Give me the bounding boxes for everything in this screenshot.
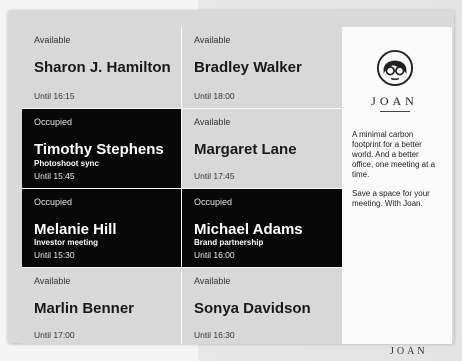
- brand-divider: [379, 111, 410, 112]
- availability-until: Until 15:30: [34, 250, 75, 260]
- room-status: Available: [34, 35, 71, 45]
- availability-until: Until 16:15: [34, 91, 75, 101]
- room-name: Timothy Stephens: [34, 141, 164, 158]
- room-name: Sonya Davidson: [194, 300, 311, 317]
- room-card[interactable]: Available Bradley Walker Until 18:00: [182, 27, 342, 108]
- room-card[interactable]: Available Marlin Benner Until 17:00: [22, 268, 181, 344]
- room-booking-screen: Available Sharon J. Hamilton Until 16:15…: [22, 27, 452, 344]
- tagline: A minimal carbon footprint for a better …: [352, 130, 436, 179]
- room-status: Available: [194, 117, 231, 127]
- woman-with-glasses-icon: [376, 49, 413, 87]
- room-name: Margaret Lane: [194, 141, 297, 158]
- meeting-title: Photoshoot sync: [34, 159, 99, 168]
- availability-until: Until 18:00: [194, 91, 235, 101]
- availability-until: Until 17:45: [194, 171, 235, 181]
- room-card[interactable]: Occupied Timothy Stephens Photoshoot syn…: [22, 109, 181, 188]
- room-status: Available: [194, 35, 231, 45]
- room-name: Bradley Walker: [194, 59, 302, 76]
- meeting-title: Investor meeting: [34, 238, 99, 247]
- availability-until: Until 16:00: [194, 250, 235, 260]
- room-name: Marlin Benner: [34, 300, 135, 317]
- room-card[interactable]: Occupied Michael Adams Brand partnership…: [182, 189, 342, 267]
- brand-logo-text: JOAN: [371, 94, 418, 108]
- room-card[interactable]: Available Margaret Lane Until 17:45: [182, 109, 342, 188]
- availability-until: Until 17:00: [34, 330, 75, 340]
- info-panel: JOAN A minimal carbon footprint for a be…: [343, 27, 446, 344]
- availability-until: Until 16:30: [194, 330, 235, 340]
- room-status: Available: [194, 276, 231, 286]
- call-to-action: Save a space for your meeting. With Joan…: [352, 189, 430, 208]
- room-status: Occupied: [34, 197, 73, 207]
- room-card[interactable]: Occupied Melanie Hill Investor meeting U…: [22, 189, 181, 267]
- room-status: Available: [34, 276, 71, 286]
- availability-until: Until 15:45: [34, 171, 75, 181]
- room-name: Michael Adams: [194, 221, 303, 238]
- room-card[interactable]: Available Sonya Davidson Until 16:30: [182, 268, 342, 344]
- room-name: Melanie Hill: [34, 221, 117, 238]
- device-brand-label: JOAN: [390, 346, 428, 357]
- room-name: Sharon J. Hamilton: [34, 59, 171, 76]
- room-status: Occupied: [194, 197, 233, 207]
- room-status: Occupied: [34, 117, 73, 127]
- room-card[interactable]: Available Sharon J. Hamilton Until 16:15: [22, 27, 181, 108]
- meeting-title: Brand partnership: [194, 238, 264, 247]
- joan-display-device: Available Sharon J. Hamilton Until 16:15…: [8, 10, 454, 344]
